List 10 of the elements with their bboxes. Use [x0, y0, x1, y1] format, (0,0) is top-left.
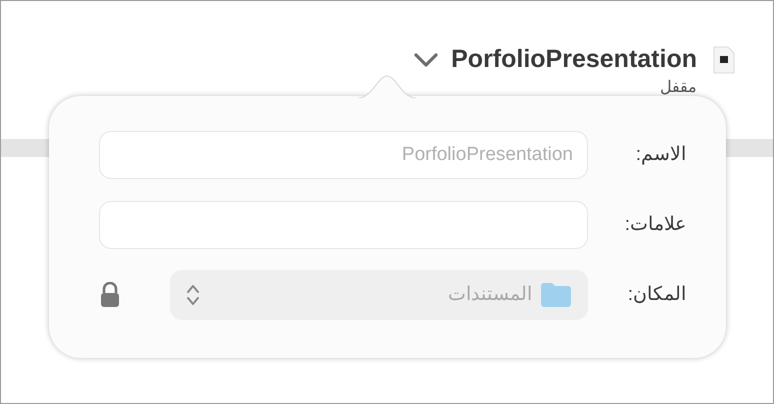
field-label: الاسم:	[634, 142, 686, 167]
folder-icon	[540, 282, 572, 308]
document-icon	[713, 44, 735, 75]
document-status: مقفل	[660, 78, 697, 96]
chevron-down-icon[interactable]	[413, 52, 440, 68]
document-title: PorfolioPresentation	[451, 44, 697, 75]
field-label: المكان:	[626, 282, 686, 307]
text-field[interactable]	[99, 201, 588, 249]
up-down-chevron-icon	[186, 283, 200, 307]
field-label: علامات:	[624, 212, 686, 237]
